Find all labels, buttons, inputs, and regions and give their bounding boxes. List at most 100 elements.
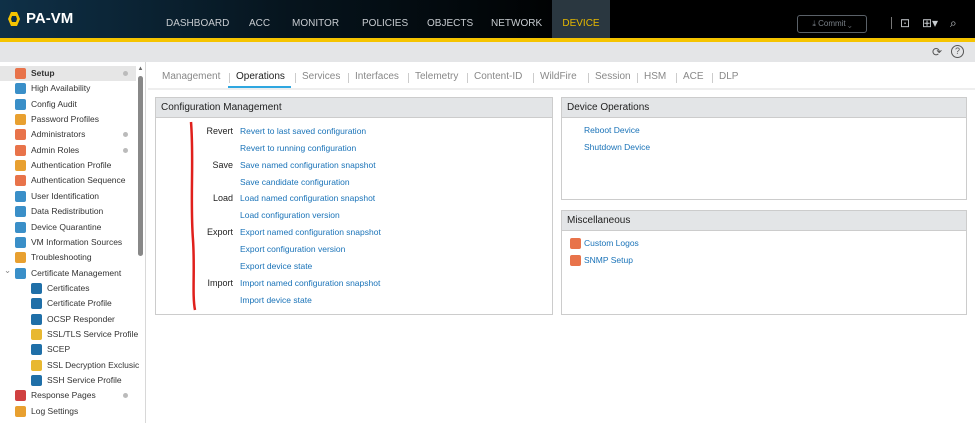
sidebar-item-label: Administrators <box>31 129 86 140</box>
tab-separator <box>637 73 638 83</box>
status-dot <box>123 393 128 399</box>
red-annotation-line <box>189 121 197 311</box>
nav-objects[interactable]: OBJECTS <box>427 0 473 38</box>
miscellaneous-panel: Miscellaneous Custom Logos SNMP Setup <box>561 210 967 315</box>
sidebar-scrollbar[interactable]: ▲ <box>137 66 144 423</box>
tab-wildfire[interactable]: WildFire <box>540 71 577 82</box>
scroll-up-icon[interactable]: ▲ <box>137 66 144 72</box>
refresh-icon[interactable]: ⟳ <box>932 45 942 59</box>
revert-to-running-configuration-link[interactable]: Revert to running configuration <box>240 143 356 153</box>
nav-dashboard[interactable]: DASHBOARD <box>166 0 229 38</box>
toolbar: ⟳ ? <box>0 42 975 62</box>
scrollbar-thumb[interactable] <box>138 76 143 256</box>
sidebar-item-authentication-profile[interactable]: Authentication Profile <box>0 158 136 173</box>
sidebar-item-certificate-management[interactable]: ⌄ Certificate Management <box>0 263 136 281</box>
nav-device[interactable]: DEVICE <box>552 0 610 38</box>
export-configuration-version-link[interactable]: Export configuration version <box>240 244 345 254</box>
search-icon[interactable]: ⌕ <box>950 16 957 31</box>
sidebar-item-icon <box>15 68 26 79</box>
load-named-configuration-snapshot-link[interactable]: Load named configuration snapshot <box>240 193 375 203</box>
snmp-setup-link[interactable]: SNMP Setup <box>584 255 633 265</box>
sidebar-item-authentication-sequence[interactable]: Authentication Sequence <box>0 173 136 188</box>
tab-ace[interactable]: ACE <box>683 71 704 82</box>
sidebar-item-setup[interactable]: Setup <box>0 66 136 81</box>
sidebar-item-response-pages[interactable]: Response Pages <box>0 388 136 403</box>
import-named-configuration-snapshot-link[interactable]: Import named configuration snapshot <box>240 278 380 288</box>
row-label: Import <box>207 277 233 288</box>
sidebar-item-vm-information-sources[interactable]: VM Information Sources <box>0 235 136 250</box>
panel-title: Device Operations <box>562 98 966 118</box>
tab-separator <box>467 73 468 83</box>
load-configuration-version-link[interactable]: Load configuration version <box>240 210 340 220</box>
sidebar-item-ocsp-responder[interactable]: OCSP Responder <box>0 312 136 327</box>
sidebar-item-certificates[interactable]: Certificates <box>0 281 136 296</box>
sidebar-item-icon <box>31 328 42 340</box>
sidebar-item-ssl-decryption-exclusic[interactable]: SSL Decryption Exclusic <box>0 358 140 373</box>
sidebar-item-label: SSH Service Profile <box>47 375 122 385</box>
sidebar-item-device-quarantine[interactable]: Device Quarantine <box>0 220 136 235</box>
sidebar-item-icon <box>15 206 26 218</box>
sidebar-item-icon <box>31 298 42 310</box>
tab-content-id[interactable]: Content-ID <box>474 71 522 82</box>
status-dot <box>123 71 128 76</box>
custom-logos-icon <box>570 238 581 249</box>
sidebar-item-certificate-profile[interactable]: Certificate Profile <box>0 296 136 311</box>
sidebar-item-label: OCSP Responder <box>47 313 115 324</box>
nav-policies[interactable]: POLICIES <box>362 0 408 38</box>
save-config-icon[interactable]: ⊞▾ <box>922 16 938 30</box>
nav-acc[interactable]: ACC <box>249 0 270 38</box>
sidebar-item-config-audit[interactable]: Config Audit <box>0 97 136 112</box>
tab-separator <box>712 73 713 83</box>
sidebar-item-data-redistribution[interactable]: Data Redistribution <box>0 204 136 219</box>
tab-services[interactable]: Services <box>302 71 340 82</box>
sidebar-item-ssl-tls-service-profile[interactable]: SSL/TLS Service Profile <box>0 327 138 342</box>
sidebar-item-label: SSL Decryption Exclusic <box>47 359 140 370</box>
shutdown-device-link[interactable]: Shutdown Device <box>584 142 650 152</box>
tab-telemetry[interactable]: Telemetry <box>415 71 458 82</box>
lock-config-icon[interactable]: ⊡ <box>900 16 910 30</box>
sidebar-item-label: Log Settings <box>31 405 79 416</box>
sidebar-item-log-settings[interactable]: Log Settings <box>0 404 136 419</box>
commit-button[interactable]: ⤓ Commit ⌄ <box>797 15 867 33</box>
save-candidate-configuration-link[interactable]: Save candidate configuration <box>240 177 350 187</box>
tab-separator <box>588 73 589 83</box>
tab-dlp[interactable]: DLP <box>719 71 738 82</box>
sidebar-item-high-availability[interactable]: High Availability <box>0 81 136 96</box>
tab-separator <box>295 73 296 83</box>
sidebar-item-icon <box>15 175 26 187</box>
tab-operations[interactable]: Operations <box>236 71 285 82</box>
sidebar-item-scep[interactable]: SCEP <box>0 342 136 357</box>
divider <box>891 17 892 29</box>
sidebar-item-icon <box>31 282 42 294</box>
sidebar-item-icon <box>15 160 26 172</box>
tab-hsm[interactable]: HSM <box>644 71 666 82</box>
custom-logos-link[interactable]: Custom Logos <box>584 238 639 248</box>
tab-baseline <box>148 88 975 90</box>
save-named-configuration-snapshot-link[interactable]: Save named configuration snapshot <box>240 160 376 170</box>
help-icon[interactable]: ? <box>951 45 964 58</box>
revert-to-last-saved-configuration-link[interactable]: Revert to last saved configuration <box>240 126 366 136</box>
sidebar-item-ssh-service-profile[interactable]: SSH Service Profile <box>0 373 136 388</box>
snmp-setup-icon <box>570 255 581 266</box>
import-device-state-link[interactable]: Import device state <box>240 295 312 305</box>
sidebar-item-label: Device Quarantine <box>31 221 102 232</box>
sidebar-item-icon <box>15 236 26 248</box>
export-named-configuration-snapshot-link[interactable]: Export named configuration snapshot <box>240 227 381 237</box>
sidebar-item-user-identification[interactable]: User Identification <box>0 189 136 204</box>
chevron-down-icon[interactable]: ⌄ <box>4 263 11 278</box>
sidebar-item-administrators[interactable]: Administrators <box>0 127 136 142</box>
export-device-state-link[interactable]: Export device state <box>240 261 312 271</box>
nav-network[interactable]: NETWORK <box>491 0 542 38</box>
commit-label: Commit ⌄ <box>818 19 852 28</box>
tab-interfaces[interactable]: Interfaces <box>355 71 399 82</box>
sidebar-item-troubleshooting[interactable]: Troubleshooting <box>0 250 136 265</box>
sidebar-item-icon <box>15 114 26 126</box>
sidebar-item-admin-roles[interactable]: Admin Roles <box>0 143 136 158</box>
sidebar-item-password-profiles[interactable]: Password Profiles <box>0 112 136 127</box>
tab-management[interactable]: Management <box>162 71 220 82</box>
row-label: Load <box>212 193 233 204</box>
tab-session[interactable]: Session <box>595 71 631 82</box>
nav-monitor[interactable]: MONITOR <box>292 0 339 38</box>
reboot-device-link[interactable]: Reboot Device <box>584 125 640 135</box>
sidebar-item-icon <box>15 144 26 156</box>
